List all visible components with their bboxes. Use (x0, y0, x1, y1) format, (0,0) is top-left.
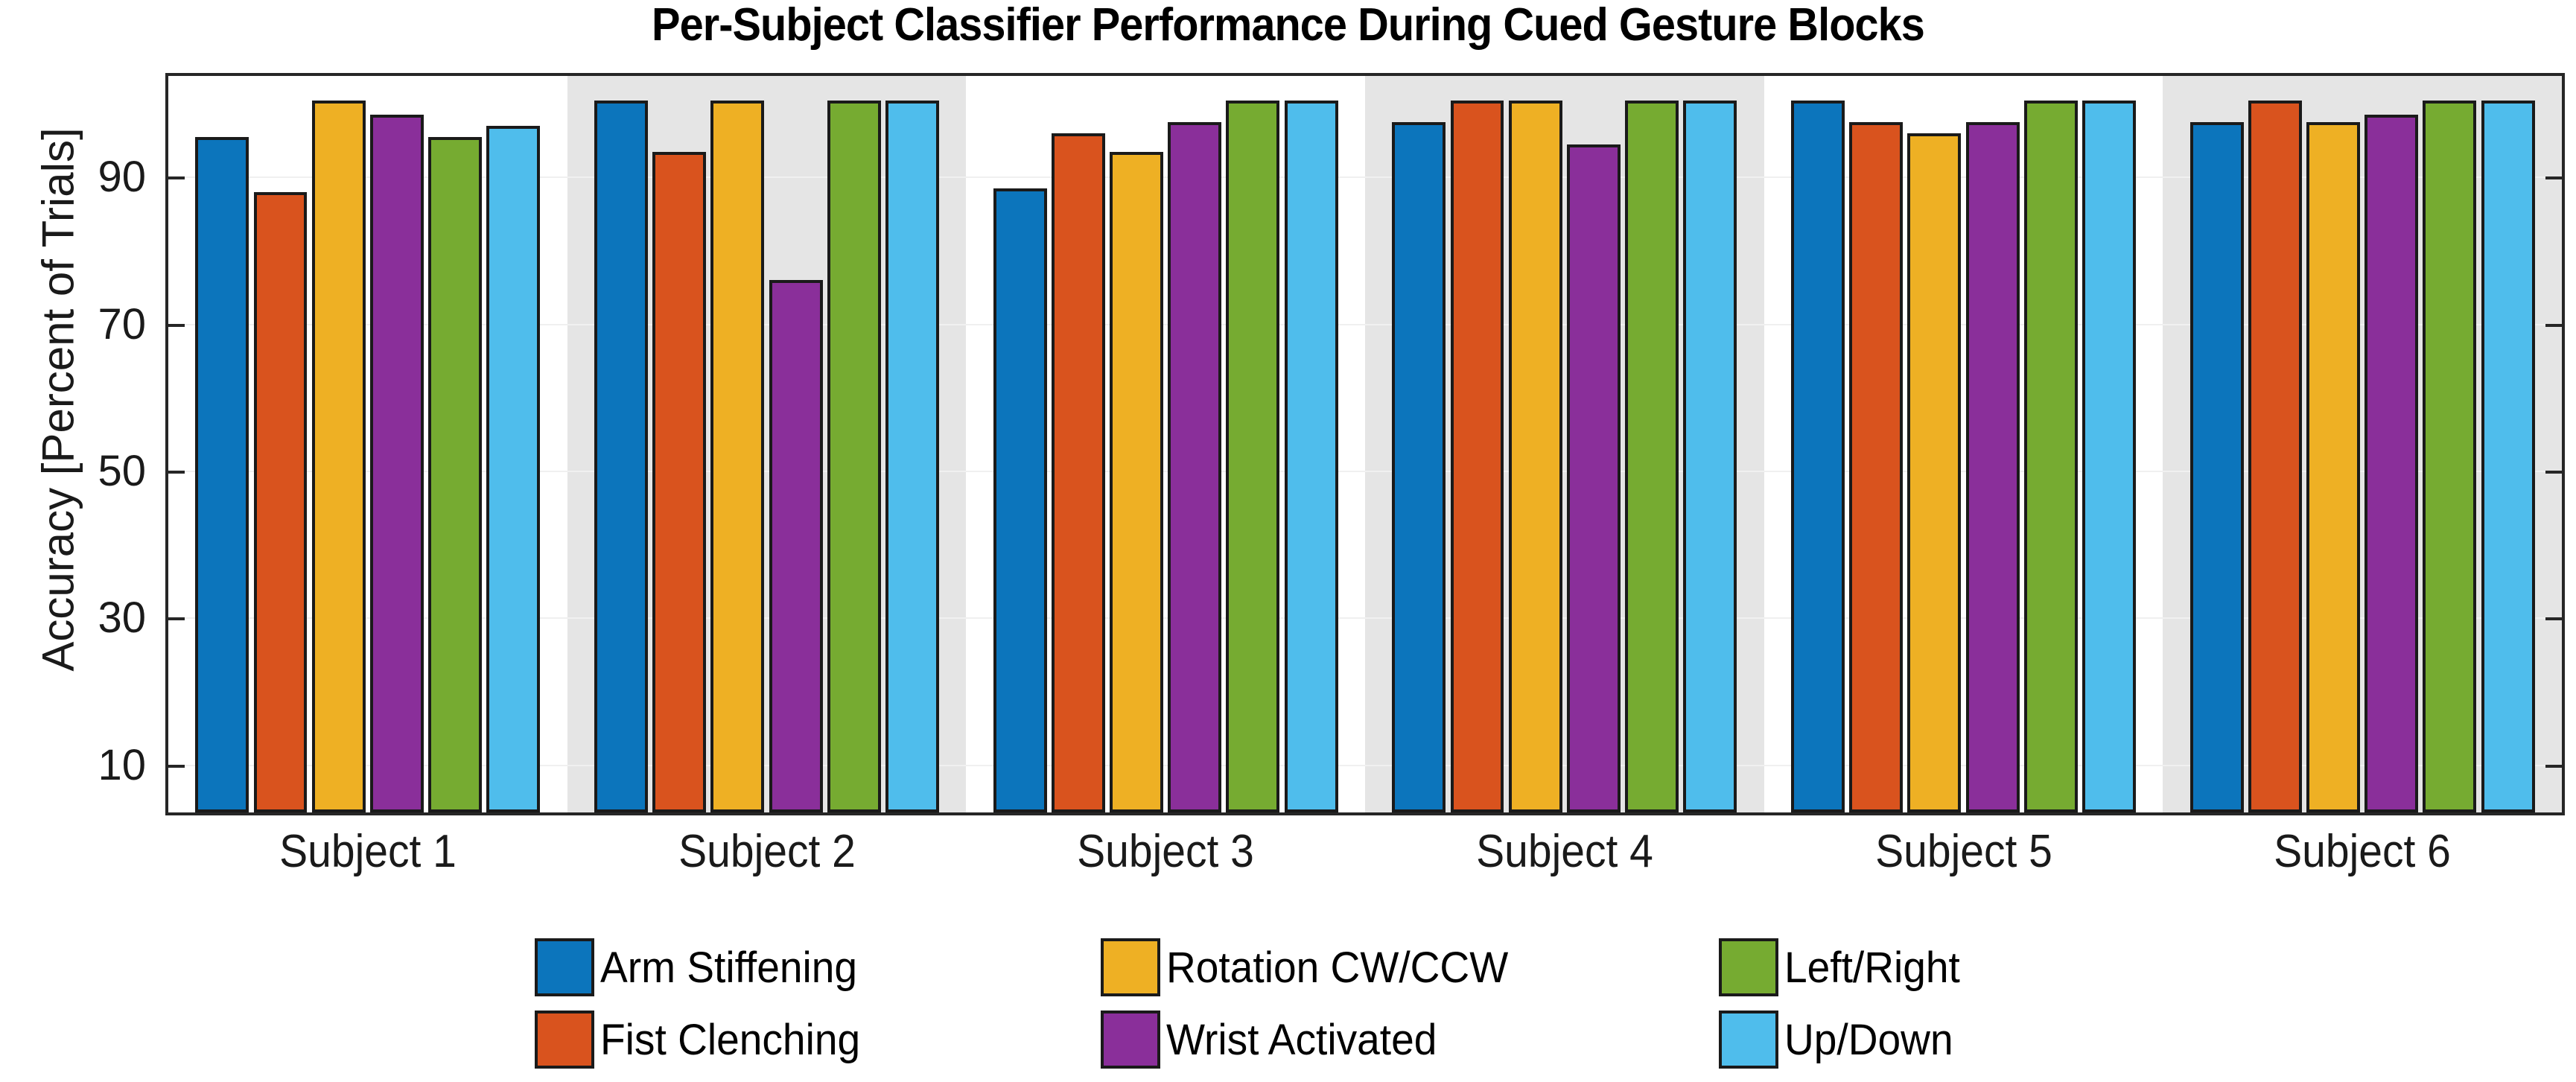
y-tick-label: 70 (98, 299, 146, 349)
x-tick-label: Subject 2 (678, 826, 856, 877)
legend-swatch-icon (535, 938, 594, 996)
y-tick-mark (2545, 764, 2565, 768)
bar (428, 136, 483, 812)
y-tick-label: 90 (98, 153, 146, 202)
bar (1625, 100, 1679, 812)
y-tick-mark (165, 764, 185, 768)
bar (1168, 122, 1222, 812)
legend-item[interactable]: Left/Right (1719, 937, 1969, 998)
legend-item-label: Rotation CW/CCW (1166, 943, 1509, 992)
bar (1508, 100, 1562, 812)
legend-item-label: Wrist Activated (1166, 1015, 1437, 1064)
legend: Arm Stiffening Fist Clenching Rotation CW/… (535, 937, 2121, 1075)
legend-item[interactable]: Up/Down (1719, 1009, 1962, 1070)
bar (1226, 100, 1280, 812)
y-tick-mark (2545, 176, 2565, 180)
y-tick-mark (2545, 617, 2565, 621)
legend-item-label: Fist Clenching (600, 1015, 861, 1064)
bar (253, 191, 308, 812)
y-tick-mark (165, 323, 185, 327)
bar (2248, 100, 2302, 812)
bar (1683, 100, 1737, 812)
bar (769, 280, 823, 812)
legend-item[interactable]: Fist Clenching (535, 1009, 874, 1070)
bar (1450, 100, 1504, 812)
y-tick-mark (165, 617, 185, 621)
bar (1907, 133, 1962, 812)
bar (369, 115, 424, 812)
bar (652, 151, 707, 812)
bar (311, 100, 366, 812)
legend-item[interactable]: Rotation CW/CCW (1101, 937, 1526, 998)
legend-swatch-icon (1101, 938, 1160, 996)
y-tick-label: 50 (98, 447, 146, 495)
legend-swatch-icon (1719, 938, 1778, 996)
bar (2423, 100, 2477, 812)
bar (1110, 151, 1164, 812)
x-tick-label: Subject 3 (1077, 826, 1255, 877)
plot-area (165, 73, 2565, 815)
legend-item[interactable]: Arm Stiffening (535, 937, 871, 998)
bar (1965, 122, 2020, 812)
bar (2189, 122, 2244, 812)
x-tick-label: Subject 1 (279, 826, 457, 877)
bar (827, 100, 881, 812)
bar (1392, 122, 1446, 812)
x-tick-label: Subject 5 (1874, 826, 2052, 877)
y-tick-label: 10 (98, 740, 146, 789)
bar (885, 100, 939, 812)
bar (2082, 100, 2136, 812)
bar (2023, 100, 2078, 812)
bar (2481, 100, 2535, 812)
bar (1566, 144, 1621, 812)
legend-item-label: Up/Down (1784, 1015, 1953, 1064)
bar (1284, 100, 1338, 812)
y-axis-label: Accuracy [Percent of Trials] (33, 127, 83, 672)
bar (710, 100, 765, 812)
page-title: Per-Subject Classifier Performance Durin… (652, 0, 1925, 51)
y-tick-label: 30 (98, 593, 146, 643)
bar (993, 188, 1047, 812)
y-tick-mark (2545, 471, 2565, 474)
bar (1051, 133, 1105, 812)
x-tick-label: Subject 6 (2274, 826, 2452, 877)
y-tick-mark (2545, 323, 2565, 327)
y-tick-mark (165, 471, 185, 474)
bar (2364, 115, 2419, 812)
bar (594, 100, 648, 812)
bar (2306, 122, 2361, 812)
figure-canvas: Per-Subject Classifier Performance Durin… (0, 0, 2576, 1082)
legend-swatch-icon (1719, 1011, 1778, 1069)
bar (486, 126, 541, 812)
legend-item-label: Arm Stiffening (600, 943, 858, 992)
legend-item-label: Left/Right (1784, 943, 1960, 992)
legend-swatch-icon (535, 1011, 594, 1069)
legend-swatch-icon (1101, 1011, 1160, 1069)
x-tick-label: Subject 4 (1475, 826, 1653, 877)
bar (1791, 100, 1845, 812)
bar (1849, 122, 1904, 812)
bar (195, 136, 249, 812)
y-tick-mark (165, 176, 185, 180)
legend-item[interactable]: Wrist Activated (1101, 1009, 1451, 1070)
